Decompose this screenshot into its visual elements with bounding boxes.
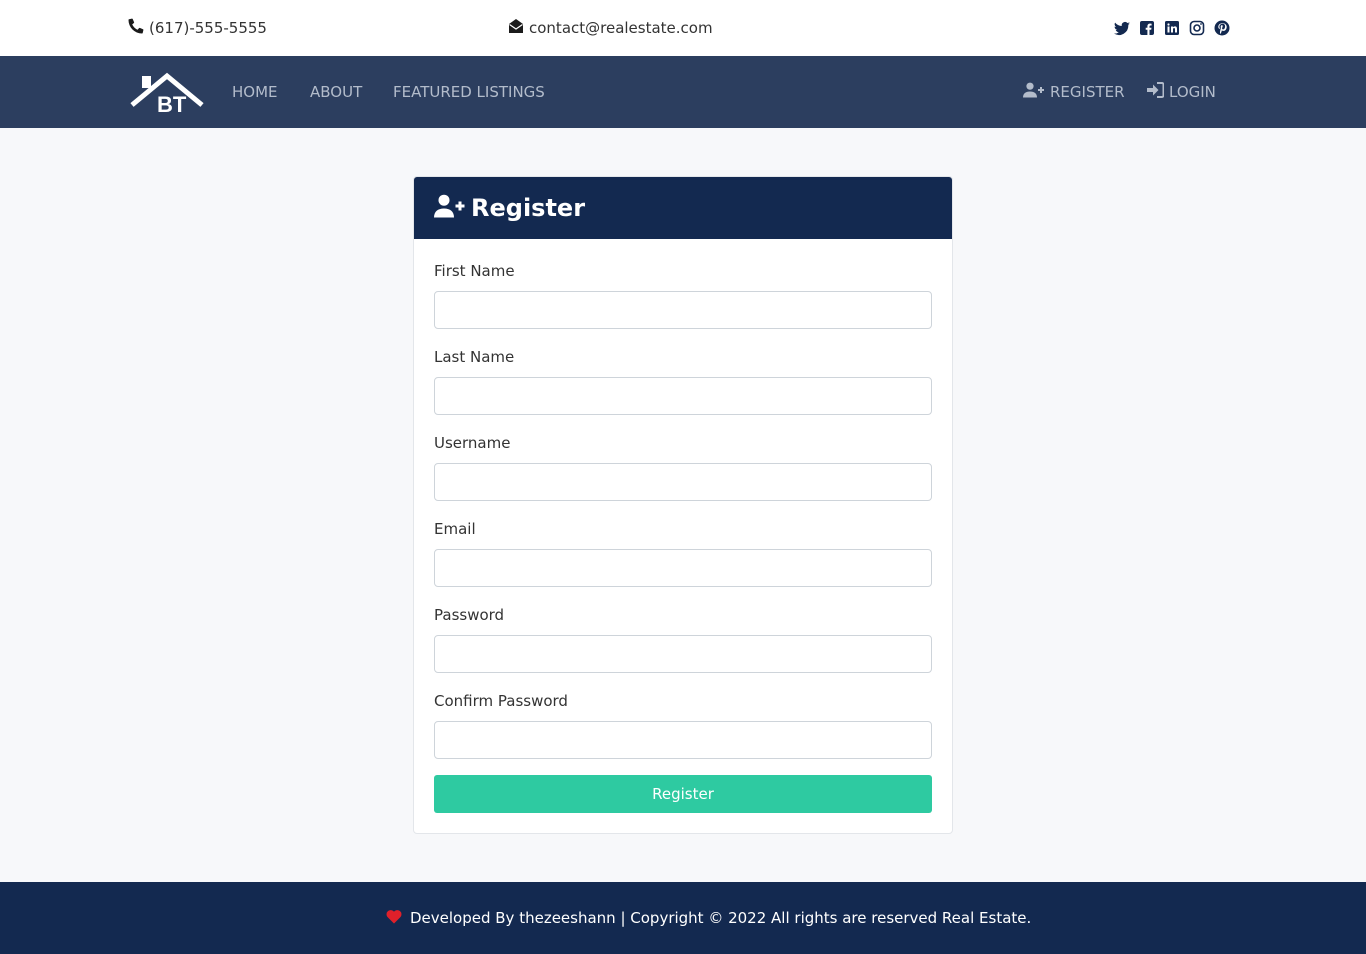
last-name-input[interactable] [434, 377, 932, 415]
nav-login[interactable]: LOGIN [1147, 82, 1216, 102]
email-input[interactable] [434, 549, 932, 587]
register-card: Register First Name Last Name Username E… [413, 176, 953, 834]
nav-featured-listings[interactable]: FEATURED LISTINGS [393, 82, 545, 102]
nav-home[interactable]: HOME [232, 82, 278, 102]
logo-text: BT [157, 92, 187, 114]
nav-about[interactable]: ABOUT [310, 82, 362, 102]
first-name-input[interactable] [434, 291, 932, 329]
register-card-header: Register [414, 177, 952, 239]
footer: Developed By thezeeshann | Copyright © 2… [0, 882, 1366, 954]
footer-text: Developed By thezeeshann | Copyright © 2… [410, 909, 1032, 927]
confirm-password-input[interactable] [434, 721, 932, 759]
main-navbar: BT HOME ABOUT FEATURED LISTINGS REGISTER… [0, 56, 1366, 128]
user-plus-icon [434, 194, 465, 222]
heart-icon [386, 909, 402, 928]
instagram-icon[interactable] [1189, 20, 1205, 36]
phone-icon [128, 18, 144, 38]
user-plus-icon [1023, 82, 1045, 102]
twitter-icon[interactable] [1114, 20, 1130, 36]
contact-email: contact@realestate.com [508, 18, 713, 38]
email-label: Email [434, 520, 476, 538]
linkedin-icon[interactable] [1164, 20, 1180, 36]
brand-logo[interactable]: BT [130, 72, 204, 117]
social-links [1114, 19, 1230, 37]
nav-register-label: REGISTER [1050, 83, 1125, 101]
envelope-open-icon [508, 18, 524, 38]
nav-register[interactable]: REGISTER [1023, 82, 1125, 102]
footer-credit: Developed By thezeeshann | Copyright © 2… [386, 908, 1031, 928]
email-address: contact@realestate.com [529, 19, 713, 37]
register-title: Register [471, 194, 586, 222]
password-input[interactable] [434, 635, 932, 673]
contact-phone: (617)-555-5555 [128, 18, 267, 38]
first-name-label: First Name [434, 262, 515, 280]
top-contact-bar: (617)-555-5555 contact@realestate.com [0, 0, 1366, 56]
password-label: Password [434, 606, 505, 624]
confirm-password-label: Confirm Password [434, 692, 568, 710]
username-input[interactable] [434, 463, 932, 501]
sign-in-icon [1147, 82, 1165, 102]
username-label: Username [434, 434, 511, 452]
phone-number: (617)-555-5555 [149, 19, 267, 37]
last-name-label: Last Name [434, 348, 515, 366]
nav-login-label: LOGIN [1169, 83, 1216, 101]
facebook-icon[interactable] [1139, 20, 1155, 36]
pinterest-icon[interactable] [1214, 20, 1230, 36]
register-submit-button[interactable]: Register [434, 775, 932, 813]
